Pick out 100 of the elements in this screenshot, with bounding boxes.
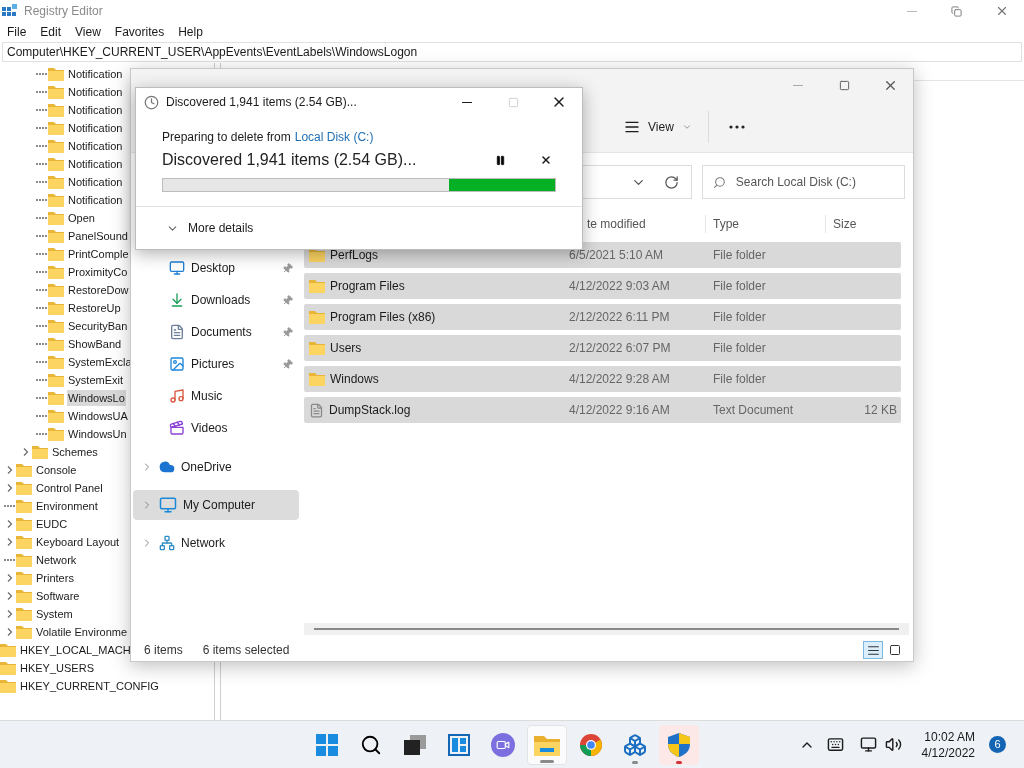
document-icon: [169, 324, 185, 340]
sidebar-item[interactable]: Videos: [133, 412, 299, 444]
folder-icon: [16, 589, 32, 603]
sidebar-item[interactable]: Pictures: [133, 348, 299, 380]
tree-item[interactable]: ShowBand: [67, 336, 123, 352]
notification-badge[interactable]: 6: [989, 736, 1006, 753]
tree-item[interactable]: Control Panel: [35, 480, 104, 496]
date-cell-text: 2/12/2022 6:11 PM: [568, 309, 671, 326]
volume-icon[interactable]: [884, 736, 902, 753]
tree-item[interactable]: Notification: [67, 66, 124, 82]
file-row[interactable]: Program Files 4/12/2022 9:03 AM File folder: [304, 273, 901, 299]
menu-item[interactable]: View: [68, 23, 108, 41]
menu-item[interactable]: File: [0, 23, 34, 41]
folder-icon: [309, 372, 325, 386]
refresh-icon[interactable]: [664, 174, 679, 190]
tree-item[interactable]: Network: [35, 552, 78, 568]
sidebar-item[interactable]: Music: [133, 380, 299, 412]
sidebar-item[interactable]: Network: [133, 528, 299, 558]
tree-item[interactable]: HKEY_LOCAL_MACH: [19, 642, 132, 658]
tree-item[interactable]: WindowsLo: [67, 390, 126, 406]
sidebar-item[interactable]: OneDrive: [133, 452, 299, 482]
tree-item[interactable]: Notification: [67, 138, 124, 154]
column-header[interactable]: Size: [826, 214, 901, 233]
type-cell-text: File folder: [712, 309, 767, 326]
source-label: Preparing to delete from: [162, 129, 291, 145]
tree-item[interactable]: Schemes: [51, 444, 99, 460]
cloud-icon: [159, 459, 175, 475]
tree-item[interactable]: RestoreDow: [67, 282, 130, 298]
window-title: Registry Editor: [24, 3, 103, 20]
sidebar-item[interactable]: My Computer: [133, 490, 299, 520]
file-row[interactable]: DumpStack.log 4/12/2022 9:16 AM Text Document 12 KB: [304, 397, 901, 423]
item-count: 6 items: [144, 642, 183, 659]
folder-icon: [16, 535, 32, 549]
maximize-icon: [838, 79, 850, 91]
running-indicator: [632, 760, 638, 764]
tree-item[interactable]: RestoreUp: [67, 300, 122, 316]
tree-item[interactable]: HKEY_USERS: [19, 660, 95, 676]
keyboard-icon[interactable]: [826, 736, 844, 753]
sidebar-item[interactable]: Documents: [133, 316, 299, 348]
menu-item[interactable]: Help: [171, 23, 210, 41]
file-row[interactable]: Users 2/12/2022 6:07 PM File folder: [304, 335, 901, 361]
address-bar[interactable]: Computer\HKEY_CURRENT_USER\AppEvents\EventLabels\WindowsLogon: [2, 42, 1022, 62]
folder-icon: [48, 409, 64, 423]
tree-item[interactable]: HKEY_CURRENT_CONFIG: [19, 678, 160, 694]
tree-item[interactable]: Volatile Environme: [35, 624, 129, 640]
clock[interactable]: 10:02 AM 4/12/2022: [921, 728, 975, 761]
file-row[interactable]: Windows 4/12/2022 9:28 AM File folder: [304, 366, 901, 392]
horizontal-scrollbar[interactable]: [304, 623, 909, 635]
tree-item[interactable]: WindowsUn: [67, 426, 128, 442]
pause-icon: [494, 154, 506, 166]
menu-item[interactable]: Favorites: [107, 23, 172, 41]
folder-icon: [0, 643, 16, 657]
folder-icon: [16, 499, 32, 513]
tree-item[interactable]: PanelSound: [67, 228, 129, 244]
tree-item[interactable]: Notification: [67, 84, 124, 100]
column-header[interactable]: Type: [706, 214, 826, 233]
network-status-icon[interactable]: [859, 736, 877, 753]
tree-item[interactable]: Notification: [67, 102, 124, 118]
tree-item[interactable]: Notification: [67, 120, 124, 136]
date-cell-text: 4/12/2022 9:16 AM: [568, 402, 671, 419]
tree-item[interactable]: Keyboard Layout: [35, 534, 121, 550]
file-name: Users: [330, 340, 362, 357]
tree-item[interactable]: ProximityCo: [67, 264, 129, 280]
tree-item[interactable]: Printers: [35, 570, 75, 586]
sidebar-item[interactable]: Downloads: [133, 284, 299, 316]
desktop-icon: [169, 260, 185, 276]
tree-item[interactable]: Console: [35, 462, 78, 478]
windows-logo-icon: [316, 733, 338, 756]
folder-icon: [534, 733, 560, 756]
folder-icon: [48, 175, 64, 189]
search-field[interactable]: Search Local Disk (C:): [735, 173, 894, 191]
tree-item[interactable]: Notification: [67, 192, 124, 208]
tree-item[interactable]: Environment: [35, 498, 99, 514]
picture-icon: [169, 356, 185, 372]
tree-item[interactable]: PrintComple: [67, 246, 130, 262]
tree-item[interactable]: Software: [35, 588, 81, 604]
sidebar-item[interactable]: Desktop: [133, 252, 299, 284]
menu-item[interactable]: Edit: [33, 23, 69, 41]
tree-item[interactable]: Notification: [67, 156, 124, 172]
music-icon: [169, 388, 185, 404]
source-link[interactable]: Local Disk (C:): [294, 129, 374, 145]
tree-item[interactable]: WindowsUA: [67, 408, 129, 424]
tree-item[interactable]: Notification: [67, 174, 124, 190]
task-view-icon: [404, 734, 426, 755]
tree-item[interactable]: SystemExcla: [67, 354, 133, 370]
folder-icon: [48, 319, 64, 333]
details-view-button[interactable]: [863, 641, 883, 659]
view-button[interactable]: View: [616, 110, 709, 143]
more-details-toggle[interactable]: More details: [166, 219, 254, 237]
tree-item[interactable]: Open: [67, 210, 96, 226]
tree-item[interactable]: EUDC: [35, 516, 69, 532]
folder-icon: [309, 341, 325, 355]
folder-icon: [32, 445, 48, 459]
tree-item[interactable]: SystemExit: [67, 372, 124, 388]
search-box[interactable]: Search Local Disk (C:): [702, 165, 905, 199]
tree-item[interactable]: SecurityBan: [67, 318, 129, 334]
minimize-icon: [793, 84, 803, 86]
folder-icon: [48, 247, 64, 261]
file-row[interactable]: Program Files (x86) 2/12/2022 6:11 PM File folder: [304, 304, 901, 330]
tree-item[interactable]: System: [35, 606, 74, 622]
